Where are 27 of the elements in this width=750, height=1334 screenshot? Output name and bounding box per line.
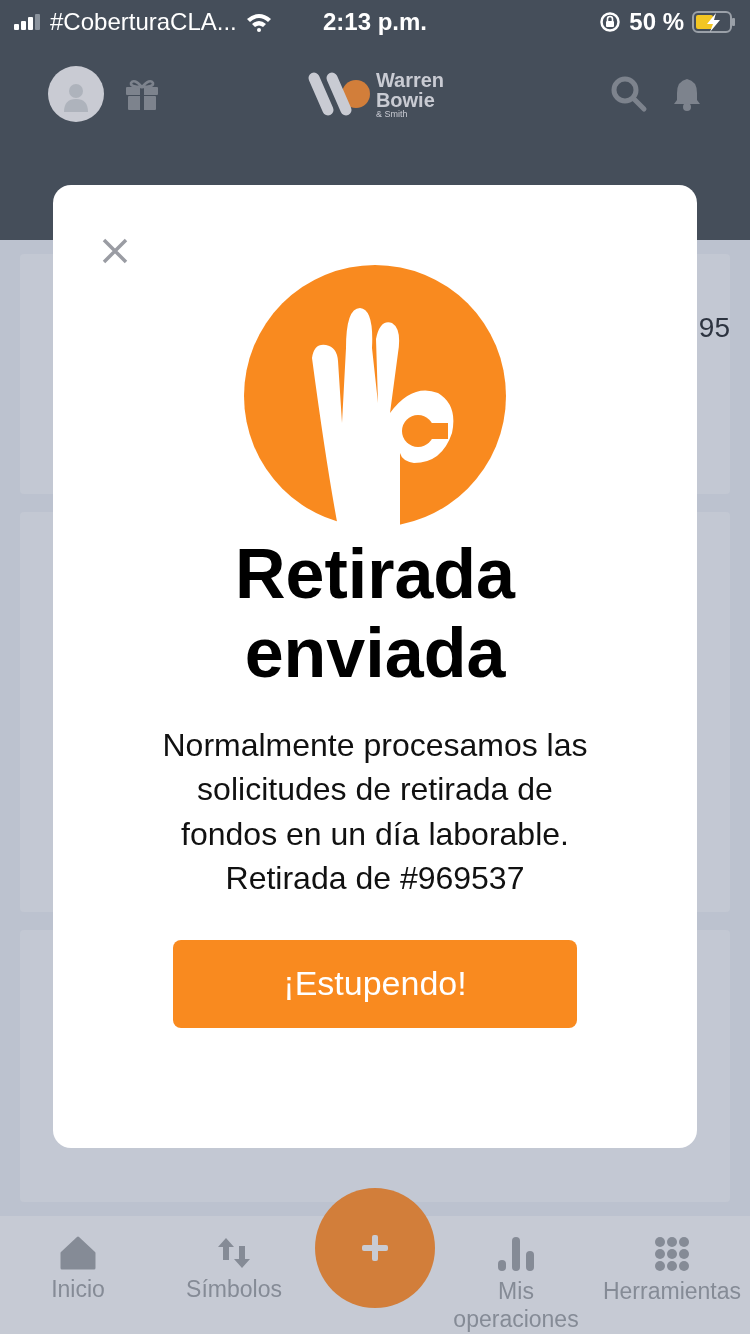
brand-name: Bowie <box>375 89 436 110</box>
battery-icon <box>692 11 736 33</box>
home-icon[interactable] <box>60 1236 96 1270</box>
bell-icon[interactable] <box>672 76 702 112</box>
person-icon <box>63 82 89 112</box>
dialog-message: Normalmente procesamos las solicitudes de retirada de fondos en un día laborable. Retirada de #969537 <box>161 726 589 898</box>
avatar-button[interactable] <box>48 66 104 122</box>
nav-label[interactable]: Inicio <box>51 1276 105 1304</box>
plus-icon <box>360 1233 390 1263</box>
signal-icon <box>14 14 42 30</box>
dialog-title: Retirada enviada <box>233 535 517 694</box>
grid-icon[interactable] <box>654 1236 690 1272</box>
nav-label[interactable]: Símbolos <box>186 1276 282 1304</box>
brand-name: Warren <box>375 69 445 90</box>
bar-chart-icon[interactable] <box>497 1236 535 1272</box>
balance-value: 95 <box>698 312 730 344</box>
rotation-lock-icon <box>599 11 622 33</box>
ok-hand-icon <box>242 263 508 529</box>
battery-percent: 50 % <box>629 8 684 36</box>
nav-label[interactable]: Herramientas <box>602 1278 741 1306</box>
swap-arrows-icon[interactable] <box>216 1236 252 1270</box>
brand-tagline: & Smith <box>375 109 409 119</box>
status-time: 2:13 p.m. <box>322 8 427 36</box>
carrier-name: #CoberturaCLA... <box>50 8 237 36</box>
search-icon[interactable] <box>610 75 648 113</box>
confirm-button[interactable]: ¡Estupendo! <box>173 939 577 1028</box>
nav-label[interactable]: Mis operaciones <box>446 1278 586 1334</box>
